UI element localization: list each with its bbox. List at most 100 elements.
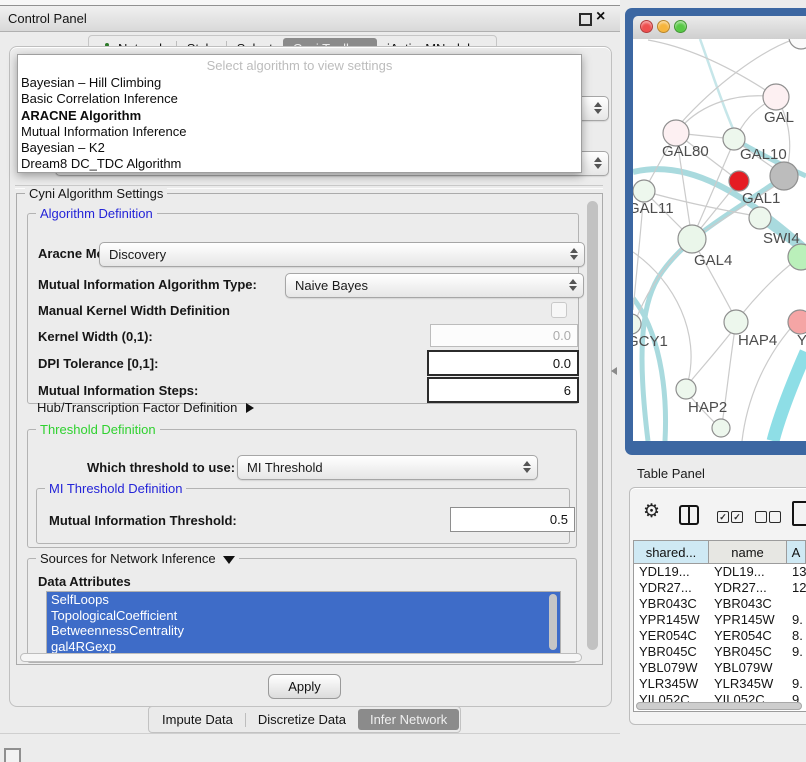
network-node-top-partial[interactable] [789, 39, 806, 49]
which-threshold-combo[interactable]: MI Threshold [237, 455, 538, 480]
checked-checkbox-icon[interactable] [731, 511, 743, 523]
gear-icon[interactable]: ⚙ [643, 500, 660, 523]
node-table: shared...nameA YDL19...YDL19...13YDR27..… [633, 540, 806, 712]
table-row[interactable]: YER054CYER054C8. [634, 628, 806, 644]
node-label: Y [797, 332, 806, 349]
network-node-hap4[interactable] [724, 310, 748, 334]
network-node-gal4[interactable] [678, 225, 706, 253]
data-attributes-list[interactable]: SelfLoopsTopologicalCoefficientBetweenne… [46, 591, 561, 656]
apply-button[interactable]: Apply [268, 674, 341, 699]
table-row[interactable]: YDL19...YDL19...13 [634, 564, 806, 580]
kernel-width-field[interactable]: 0.0 [430, 324, 578, 347]
mi-steps-field[interactable]: 6 [427, 377, 579, 403]
network-node-gal11[interactable] [633, 180, 655, 202]
network-edge[interactable] [773, 352, 806, 441]
sources-title: Sources for Network Inference [36, 551, 239, 566]
settings-scrollbar-thumb[interactable] [587, 201, 598, 650]
table-hscrollbar-thumb[interactable] [636, 702, 802, 710]
stepper-icon [570, 248, 578, 260]
close-icon[interactable]: × [596, 8, 605, 26]
table-row[interactable]: YPR145WYPR145W9. [634, 612, 806, 628]
document-icon[interactable] [792, 501, 806, 526]
aracne-mode-value: Discovery [109, 247, 166, 262]
hscrollbar-thumb[interactable] [20, 653, 582, 662]
table-cell: YLR345W [634, 676, 709, 692]
unchecked-checkbox-icon[interactable] [755, 511, 767, 523]
stepper-icon [594, 102, 602, 114]
network-node-gal1[interactable] [749, 207, 771, 229]
table-cell: YER054C [709, 628, 787, 644]
algorithm-option[interactable]: ARACNE Algorithm [18, 108, 581, 124]
table-row[interactable]: YBR045CYBR045C9. [634, 644, 806, 660]
tab-infer-network[interactable]: Infer Network [358, 709, 459, 730]
columns-icon[interactable] [679, 505, 699, 525]
collapsed-arrow-icon[interactable] [246, 403, 254, 413]
dpi-tolerance-label: DPI Tolerance [0,1]: [38, 356, 158, 371]
algorithm-option[interactable]: Bayesian – Hill Climbing [18, 75, 581, 91]
zoom-traffic-light[interactable] [674, 20, 687, 33]
network-node-gcy1[interactable] [633, 314, 641, 334]
attribute-item[interactable]: SelfLoops [47, 592, 560, 608]
algorithm-option[interactable]: Dream8 DC_TDC Algorithm [18, 156, 581, 172]
network-node-red-node[interactable] [729, 171, 749, 191]
control-panel-titlebar[interactable]: Control Panel × [0, 6, 620, 32]
attribute-item[interactable]: BetweennessCentrality [47, 623, 560, 639]
table-row[interactable]: YBL079WYBL079W [634, 660, 806, 676]
settings-hscrollbar[interactable] [20, 653, 582, 662]
network-node-hap2[interactable] [676, 379, 696, 399]
control-panel-title: Control Panel [8, 6, 87, 31]
network-edge[interactable] [648, 40, 776, 97]
close-traffic-light[interactable] [640, 20, 653, 33]
float-window-icon[interactable] [579, 13, 592, 26]
aracne-mode-combo[interactable]: Discovery [99, 242, 585, 267]
table-cell: YDR27... [709, 580, 787, 596]
expanded-arrow-icon[interactable] [223, 556, 235, 564]
network-canvas[interactable]: GALGAL80GAL10GAL1SWI4GAL11GAL4GCY1HAP4YH… [633, 39, 806, 441]
minimized-panel-icon[interactable] [4, 748, 21, 762]
table-cell [787, 660, 806, 676]
network-node-gal-right[interactable] [763, 84, 789, 110]
manual-kernel-checkbox[interactable] [551, 302, 567, 318]
hub-expander-label: Hub/Transcription Factor Definition [37, 400, 237, 415]
network-node-swi4[interactable] [788, 244, 806, 270]
table-row[interactable]: YLR345WYLR345W9. [634, 676, 806, 692]
table-hscrollbar[interactable] [636, 702, 802, 710]
cyni-algorithm-settings-group: Cyni Algorithm Settings Algorithm Defini… [16, 193, 603, 665]
algorithm-option[interactable]: Mutual Information Inference [18, 124, 581, 140]
mi-type-combo[interactable]: Naive Bayes [285, 273, 584, 298]
network-node-gal10-gray[interactable] [770, 162, 798, 190]
network-edge[interactable] [690, 330, 733, 382]
attribute-item[interactable]: TopologicalCoefficient [47, 608, 560, 624]
bottom-tab-bar: Impute Data Discretize Data Infer Networ… [148, 706, 461, 733]
tab-discretize-data[interactable]: Discretize Data [246, 709, 358, 730]
minimize-traffic-light[interactable] [657, 20, 670, 33]
algorithm-dropdown[interactable]: Select algorithm to view settings Bayesi… [17, 54, 582, 173]
hub-expander[interactable]: Hub/Transcription Factor Definition [37, 400, 254, 415]
network-node-bottom-partial[interactable] [712, 419, 730, 437]
table-row[interactable]: YDR27...YDR27...12 [634, 580, 806, 596]
table-header-row: shared...nameA [634, 541, 806, 564]
checked-checkbox-icon[interactable] [717, 511, 729, 523]
network-window-titlebar[interactable] [633, 16, 806, 40]
unchecked-checkbox-icon[interactable] [769, 511, 781, 523]
network-node-pink-right[interactable] [788, 310, 806, 334]
table-cell: YPR145W [634, 612, 709, 628]
table-body: YDL19...YDL19...13YDR27...YDR27...12YBR0… [634, 564, 806, 708]
table-cell [787, 596, 806, 612]
mi-threshold-field[interactable]: 0.5 [450, 507, 575, 532]
table-cell: 8. [787, 628, 806, 644]
column-header[interactable]: shared... [634, 541, 709, 564]
split-pane-collapse-icon[interactable] [611, 367, 617, 375]
algorithm-option[interactable]: Basic Correlation Inference [18, 91, 581, 107]
column-header[interactable]: name [709, 541, 787, 564]
network-edge[interactable] [742, 261, 795, 314]
settings-group-title: Cyni Algorithm Settings [25, 186, 167, 201]
column-header[interactable]: A [787, 541, 806, 564]
algorithm-option[interactable]: Bayesian – K2 [18, 140, 581, 156]
table-row[interactable]: YBR043CYBR043C [634, 596, 806, 612]
list-scrollbar-thumb[interactable] [549, 594, 557, 650]
network-view-window[interactable]: GALGAL80GAL10GAL1SWI4GAL11GAL4GCY1HAP4YH… [625, 8, 806, 455]
network-edge[interactable] [700, 39, 734, 131]
dpi-tolerance-field[interactable]: 0.0 [427, 350, 579, 376]
tab-impute-data[interactable]: Impute Data [150, 709, 245, 730]
